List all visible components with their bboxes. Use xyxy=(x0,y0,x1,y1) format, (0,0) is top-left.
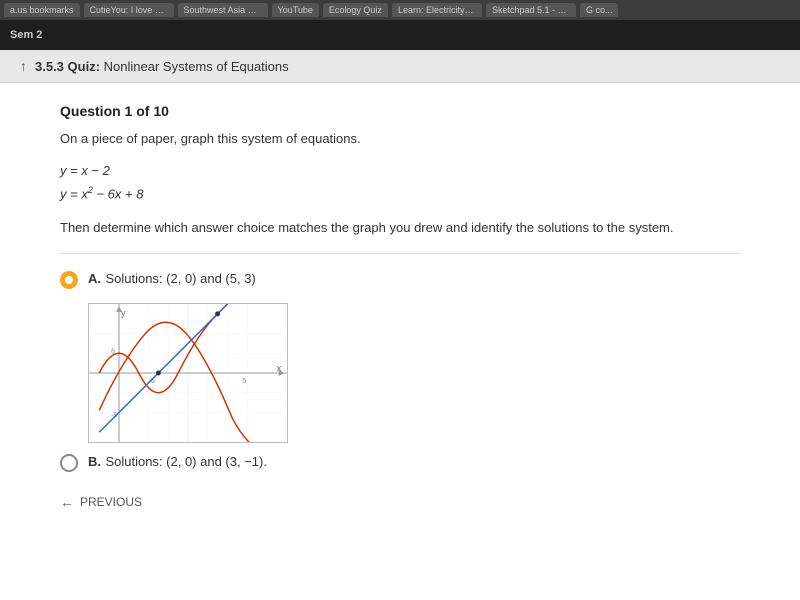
tab-southwest[interactable]: Southwest Asia His... xyxy=(178,3,268,17)
quiz-container: ↑ 3.5.3 Quiz: Nonlinear Systems of Equat… xyxy=(0,50,800,600)
answer-b-text: Solutions: (2, 0) and (3, −1). xyxy=(105,454,267,469)
quiz-header: ↑ 3.5.3 Quiz: Nonlinear Systems of Equat… xyxy=(0,50,800,83)
tab-learn[interactable]: Learn: Electricity Re... xyxy=(392,3,482,17)
quiz-title: 3.5.3 Quiz: Nonlinear Systems of Equatio… xyxy=(35,59,289,74)
answer-b-label: B. xyxy=(88,454,101,469)
divider xyxy=(60,253,740,254)
answer-option-a[interactable]: A. Solutions: (2, 0) and (5, 3) xyxy=(60,266,740,293)
equation-2: y = x2 − 6x + 8 xyxy=(60,182,740,206)
tab-cutieyou[interactable]: CutieYou: I love you... xyxy=(84,3,174,17)
graph-container: y x 6 -5 5 -5 xyxy=(88,303,288,443)
question-text: On a piece of paper, graph this system o… xyxy=(60,129,740,149)
follow-text: Then determine which answer choice match… xyxy=(60,218,740,238)
graph-svg: y x 6 -5 5 -5 xyxy=(89,304,287,442)
answer-a-label: A. xyxy=(88,271,101,286)
quiz-bold: 3.5.3 Quiz: xyxy=(35,59,100,74)
tab-bookmarks[interactable]: a.us bookmarks xyxy=(4,3,80,17)
question-label: Question 1 of 10 xyxy=(60,103,740,119)
radio-b[interactable] xyxy=(60,454,78,472)
quiz-subtitle: Nonlinear Systems of Equations xyxy=(104,59,289,74)
semester-label: Sem 2 xyxy=(10,29,42,41)
navigation-bar: ← PREVIOUS xyxy=(60,486,740,518)
answer-option-b[interactable]: B. Solutions: (2, 0) and (3, −1). xyxy=(60,449,740,476)
quiz-icon: ↑ xyxy=(20,58,27,74)
svg-text:x: x xyxy=(277,363,282,373)
top-bar: Sem 2 xyxy=(0,20,800,50)
prev-arrow-icon: ← xyxy=(60,494,74,510)
tab-sketchpad[interactable]: Sketchpad 5.1 - Dra... xyxy=(486,3,576,17)
tab-google[interactable]: G co... xyxy=(580,3,619,17)
quiz-body: Question 1 of 10 On a piece of paper, gr… xyxy=(0,83,800,600)
answer-a-text: Solutions: (2, 0) and (5, 3) xyxy=(105,271,255,286)
main-screen: Sem 2 ↑ 3.5.3 Quiz: Nonlinear Systems of… xyxy=(0,20,800,600)
svg-text:5: 5 xyxy=(242,378,246,385)
tab-ecology[interactable]: Ecology Quiz xyxy=(323,3,388,17)
svg-text:y: y xyxy=(121,308,126,318)
tab-youtube[interactable]: YouTube xyxy=(272,3,319,17)
previous-button[interactable]: PREVIOUS xyxy=(80,495,142,509)
answer-a-content: A. Solutions: (2, 0) and (5, 3) xyxy=(88,270,256,288)
equations-block: y = x − 2 y = x2 − 6x + 8 xyxy=(60,159,740,206)
radio-a[interactable] xyxy=(60,271,78,289)
answer-b-content: B. Solutions: (2, 0) and (3, −1). xyxy=(88,453,267,471)
browser-tab-bar: a.us bookmarks CutieYou: I love you... S… xyxy=(0,0,800,20)
equation-1: y = x − 2 xyxy=(60,159,740,182)
radio-a-inner xyxy=(65,276,73,284)
